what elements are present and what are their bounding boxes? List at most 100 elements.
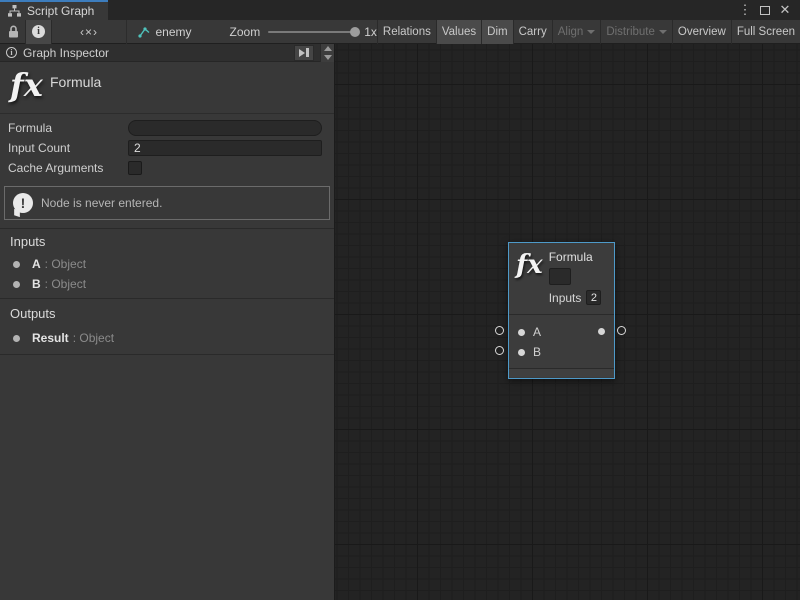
- code-icon: ‹×›: [80, 25, 98, 39]
- node-title-block: fx Formula: [0, 62, 334, 114]
- port-name: Result: [32, 331, 69, 345]
- port-label: B: [533, 345, 541, 359]
- scroll-spinner: [320, 44, 334, 62]
- external-port-ring-a[interactable]: [495, 326, 504, 335]
- formula-field-label: Formula: [8, 121, 128, 135]
- formula-node[interactable]: fx Formula Inputs 2 A: [508, 242, 615, 379]
- info-toggle-button[interactable]: i: [25, 20, 52, 44]
- chevron-down-icon: [587, 30, 595, 34]
- lock-icon: [8, 25, 19, 38]
- relations-toggle[interactable]: Relations: [377, 20, 436, 44]
- port-type: : Object: [73, 331, 114, 345]
- relations-label: Relations: [383, 26, 431, 38]
- script-graph-window: Script Graph ⋮ ✕ i ‹×› en: [0, 0, 800, 600]
- breadcrumb[interactable]: enemy: [126, 25, 203, 39]
- cache-arguments-field-row: Cache Arguments: [8, 158, 322, 178]
- triangle-up-icon: [324, 46, 332, 51]
- output-port-result[interactable]: [598, 328, 605, 335]
- divider: [0, 354, 334, 355]
- triangle-down-icon: [324, 55, 332, 60]
- dim-toggle[interactable]: Dim: [481, 20, 512, 44]
- divider: [0, 228, 334, 229]
- input-count-field-row: Input Count: [8, 138, 322, 158]
- graph-canvas[interactable]: fx Formula Inputs 2 A: [335, 44, 800, 600]
- align-label: Align: [558, 26, 584, 38]
- input-count-label: Input Count: [8, 141, 128, 155]
- input-port-b[interactable]: [518, 349, 525, 356]
- warning-box: ! Node is never entered.: [4, 186, 330, 220]
- dim-label: Dim: [487, 26, 507, 38]
- inspector-header: i Graph Inspector: [0, 44, 334, 62]
- input-count-input[interactable]: [128, 140, 322, 156]
- node-formula-input[interactable]: [549, 268, 571, 285]
- node-title: Formula: [549, 250, 608, 264]
- inputs-section-title: Inputs: [10, 232, 45, 252]
- full-screen-label: Full Screen: [737, 26, 795, 38]
- zoom-slider-handle[interactable]: [350, 27, 360, 37]
- tab-script-graph[interactable]: Script Graph: [0, 0, 108, 20]
- tab-label: Script Graph: [27, 4, 94, 18]
- port-label: A: [533, 325, 541, 339]
- breadcrumb-label: enemy: [155, 25, 191, 39]
- zoom-label: Zoom: [230, 25, 261, 39]
- info-icon: i: [32, 25, 45, 38]
- formula-node-footer: [509, 368, 614, 377]
- cache-arguments-checkbox[interactable]: [128, 161, 142, 175]
- warning-text: Node is never entered.: [41, 196, 162, 210]
- zoom-slider[interactable]: [268, 31, 356, 33]
- graph-inspector-panel: i Graph Inspector fx Formula Formula Inp…: [0, 44, 335, 600]
- carry-label: Carry: [519, 26, 547, 38]
- formula-node-header: fx Formula Inputs 2: [509, 243, 614, 315]
- port-dot-icon: [13, 281, 20, 288]
- window-controls: ⋮ ✕: [738, 0, 800, 20]
- fx-icon: fx: [516, 250, 543, 314]
- tab-bar: Script Graph ⋮ ✕: [0, 0, 800, 20]
- scroll-down-button[interactable]: [320, 53, 334, 62]
- info-icon: i: [6, 47, 17, 58]
- formula-input[interactable]: [128, 120, 322, 136]
- node-input-count[interactable]: 2: [586, 290, 601, 305]
- lock-button[interactable]: [2, 20, 25, 44]
- external-port-ring-b[interactable]: [495, 346, 504, 355]
- close-icon[interactable]: ✕: [778, 1, 792, 19]
- port-name: A: [32, 257, 41, 271]
- chevron-down-icon: [659, 30, 667, 34]
- port-dot-icon: [13, 261, 20, 268]
- align-dropdown[interactable]: Align: [552, 20, 601, 44]
- zoom-value: 1x: [364, 25, 377, 39]
- formula-field-row: Formula: [8, 118, 322, 138]
- cache-arguments-label: Cache Arguments: [8, 161, 128, 175]
- port-type: : Object: [45, 277, 86, 291]
- port-row-a: A: [509, 322, 614, 342]
- maximize-icon[interactable]: [760, 6, 770, 15]
- dock-icon: [299, 49, 305, 57]
- full-screen-button[interactable]: Full Screen: [731, 20, 800, 44]
- port-name: B: [32, 277, 41, 291]
- input-port-item-a: A : Object: [0, 254, 334, 274]
- input-port-item-b: B : Object: [0, 274, 334, 294]
- distribute-label: Distribute: [606, 26, 655, 38]
- port-row-b: B: [509, 342, 614, 362]
- outputs-section-title: Outputs: [10, 304, 56, 324]
- port-dot-icon: [13, 335, 20, 342]
- formula-node-ports: A B: [509, 315, 614, 368]
- input-port-a[interactable]: [518, 329, 525, 336]
- distribute-dropdown[interactable]: Distribute: [600, 20, 672, 44]
- window-menu-icon[interactable]: ⋮: [738, 1, 752, 19]
- toolbar-toggle-group: Relations Values Dim Carry Align Distrib…: [377, 20, 800, 44]
- zoom-control: Zoom 1x: [230, 25, 377, 39]
- inspector-title: Graph Inspector: [23, 46, 109, 60]
- graph-reference-icon: [138, 26, 150, 38]
- scroll-up-button[interactable]: [320, 44, 334, 53]
- code-preview-button[interactable]: ‹×›: [74, 20, 104, 44]
- graph-toolbar: i ‹×› enemy Zoom 1x Relations: [0, 20, 800, 44]
- external-port-ring-result[interactable]: [617, 326, 626, 335]
- overview-button[interactable]: Overview: [672, 20, 731, 44]
- port-type: : Object: [45, 257, 86, 271]
- carry-toggle[interactable]: Carry: [513, 20, 552, 44]
- warning-icon: !: [13, 193, 33, 213]
- values-label: Values: [442, 26, 476, 38]
- divider: [0, 298, 334, 299]
- values-toggle[interactable]: Values: [436, 20, 481, 44]
- dock-button[interactable]: [294, 45, 314, 61]
